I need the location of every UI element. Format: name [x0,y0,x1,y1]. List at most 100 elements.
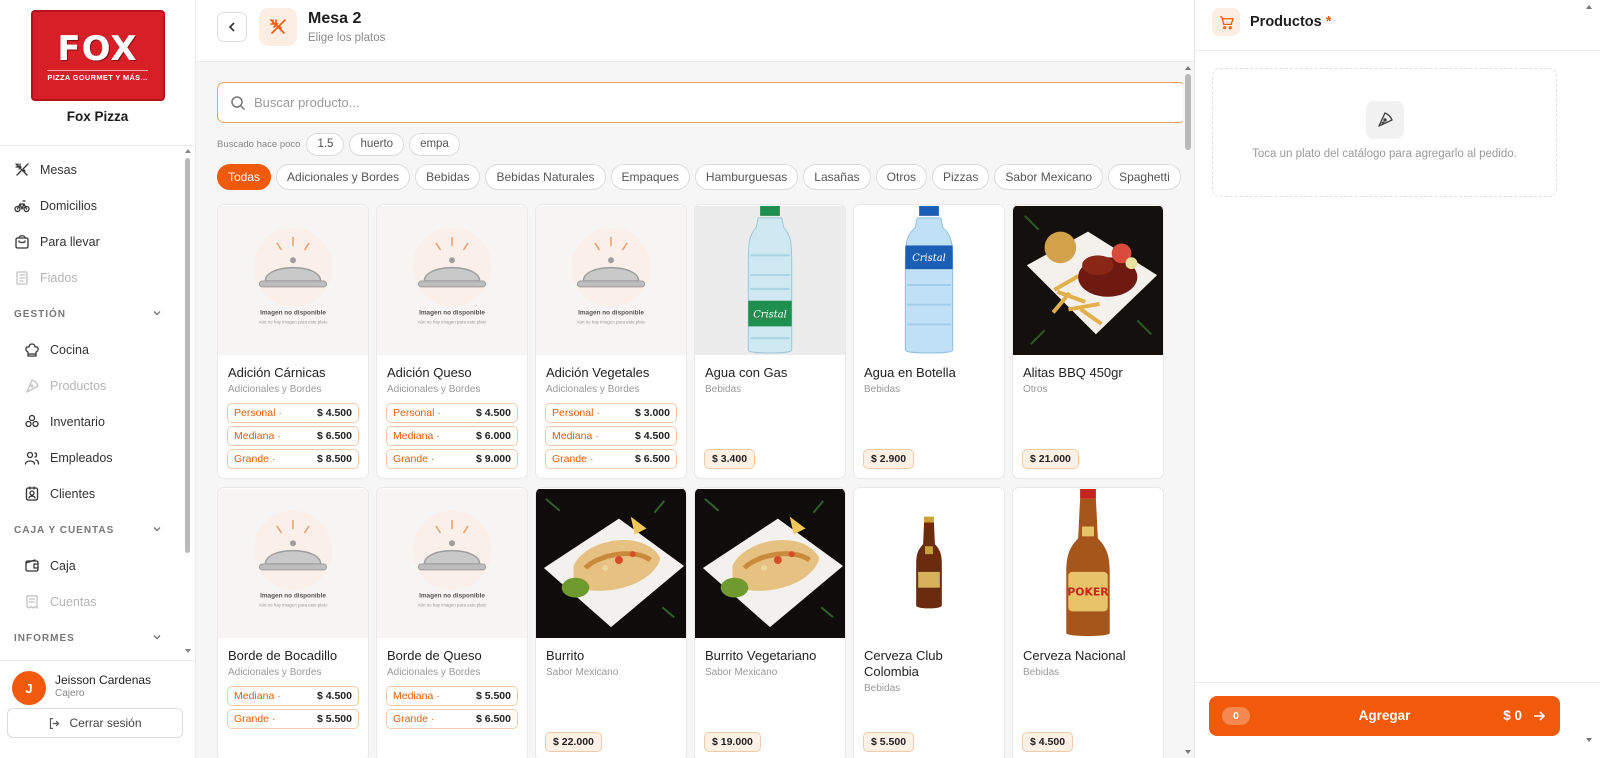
recent-search-chip[interactable]: empa [409,132,460,156]
product-card[interactable]: Imagen no disponible Aún no hay imagen pa… [376,487,528,758]
product-name: Alitas BBQ 450gr [1023,365,1123,380]
product-card[interactable]: Burrito Vegetariano Sabor Mexicano $ 19.00… [694,487,846,758]
sidebar-section-toggle[interactable]: GESTIÓN [0,296,186,332]
sidebar-section-title: GESTIÓN [14,308,67,320]
category-tab[interactable]: Bebidas [415,164,481,190]
sidebar-item-fiados: Fiados [0,260,186,296]
sidebar-item-domicilios[interactable]: Domicilios [0,188,186,224]
product-card[interactable]: Imagen no disponible Aún no hay imagen pa… [376,204,528,479]
back-button[interactable] [217,12,247,42]
category-tab[interactable]: Otros [875,164,927,190]
sidebar-item-inventario[interactable]: Inventario [0,404,186,440]
add-to-order-button[interactable]: 0 Agregar $ 0 [1209,696,1560,736]
sidebar-item-empleados[interactable]: Empleados [0,440,186,476]
recent-searches-label: Buscado hace poco [217,138,301,150]
svg-text:Imagen no disponible: Imagen no disponible [260,310,326,317]
product-name: Adición Vegetales [546,365,650,380]
logout-button[interactable]: Cerrar sesión [7,708,183,738]
sidebar-item-mesas[interactable]: Mesas [0,152,186,188]
notebook-icon [14,270,30,286]
category-tab[interactable]: Sabor Mexicano [994,164,1104,190]
product-category: Otros [1023,384,1048,395]
size-label: Personal · [552,407,600,419]
header: Mesa 2 Elige los platos [196,0,1218,62]
recent-searches: Buscado hace poco 1.5 huerto empa [217,132,465,156]
category-tab[interactable]: Lasañas [803,164,871,190]
chef-hat-icon [24,342,40,358]
product-category: Adicionales y Bordes [387,667,481,678]
size-options: Mediana · $ 5.500 Grande · $ 6.500 [386,686,518,732]
bag-icon [14,234,30,250]
category-tab[interactable]: Empaques [610,164,690,190]
product-name: Agua en Botella [864,365,956,380]
image-placeholder: Imagen no disponible Aún no hay imagen pa… [536,205,686,356]
size-label: Mediana · [234,430,281,442]
size-option[interactable]: Personal · $ 3.000 [545,403,677,423]
sidebar-item-cocina[interactable]: Cocina [0,332,186,368]
size-option[interactable]: Mediana · $ 6.500 [227,426,359,446]
product-card[interactable]: Imagen no disponible Aún no hay imagen pa… [217,204,369,479]
wallet-icon [24,558,40,574]
category-tab[interactable]: Bebidas Naturales [485,164,606,190]
product-card[interactable]: Imagen no disponible Aún no hay imagen pa… [535,204,687,479]
sidebar-item-clientes[interactable]: Clientes [0,476,186,512]
recent-search-chip[interactable]: 1.5 [306,132,345,156]
sidebar-section-toggle[interactable]: INFORMES [0,620,186,656]
boxes-icon [24,414,40,430]
category-tab[interactable]: Spaghetti [1108,164,1181,190]
order-panel-scrollbar[interactable] [1582,0,1596,758]
size-option[interactable]: Grande · $ 8.500 [227,449,359,469]
category-tab[interactable]: Adicionales y Bordes [276,164,411,190]
size-price: $ 4.500 [634,430,670,442]
brand-name: Fox Pizza [66,109,129,124]
search-box[interactable] [217,82,1186,123]
product-card[interactable]: Burrito Sabor Mexicano $ 22.000 [535,487,687,758]
chevron-down-icon [152,524,162,537]
product-card[interactable]: Cristal Agua con Gas Bebidas $ 3.400 [694,204,846,479]
product-name: Cerveza Nacional [1023,648,1126,663]
category-tab[interactable]: Hamburguesas [694,164,799,190]
size-option[interactable]: Mediana · $ 4.500 [227,686,359,706]
sidebar: FOX PIZZA GOURMET Y MÁS... Fox Pizza Mes… [0,0,196,758]
sidebar-item-label: Empleados [50,451,113,465]
size-price: $ 9.000 [475,453,511,465]
product-card[interactable]: Alitas BBQ 450gr Otros $ 21.000 [1012,204,1164,479]
size-option[interactable]: Grande · $ 9.000 [386,449,518,469]
size-option[interactable]: Personal · $ 4.500 [386,403,518,423]
users-icon [24,450,40,466]
category-tab[interactable]: Pizzas [932,164,990,190]
size-option[interactable]: Grande · $ 6.500 [545,449,677,469]
price-badge: $ 3.400 [704,449,756,469]
sidebar-scrollbar-thumb[interactable] [185,158,190,553]
product-category: Adicionales y Bordes [228,667,322,678]
chevron-down-icon [152,308,162,321]
product-card[interactable]: Imagen no disponible Aún no hay imagen pa… [217,487,369,758]
size-option[interactable]: Grande · $ 6.500 [386,709,518,729]
sidebar-item-caja[interactable]: Caja [0,548,186,584]
price-badge: $ 2.900 [863,449,915,469]
size-option[interactable]: Mediana · $ 5.500 [386,686,518,706]
sidebar-item-label: Mesas [40,163,77,177]
size-option[interactable]: Grande · $ 5.500 [227,709,359,729]
order-total: $ 0 [1503,708,1522,723]
sidebar-item-para-llevar[interactable]: Para llevar [0,224,186,260]
catalog-scrollbar[interactable] [1183,62,1193,758]
user-role: Cajero [55,688,85,699]
category-tab[interactable]: Todas [217,164,272,190]
size-option[interactable]: Mediana · $ 6.000 [386,426,518,446]
product-card[interactable]: Cerveza Club Colombia Bebidas $ 5.500 [853,487,1005,758]
sidebar-scrollbar[interactable] [184,148,192,658]
sidebar-item-label: Fiados [40,271,78,285]
catalog-scrollbar-thumb[interactable] [1185,74,1191,150]
product-category: Adicionales y Bordes [228,384,322,395]
sidebar-section-toggle[interactable]: CAJA Y CUENTAS [0,512,186,548]
size-option[interactable]: Personal · $ 4.500 [227,403,359,423]
product-name: Borde de Queso [387,648,482,663]
product-card[interactable]: POKER Cerveza Nacional Bebidas $ 4.500 [1012,487,1164,758]
recent-search-chip[interactable]: huerto [349,132,405,156]
size-price: $ 6.000 [475,430,511,442]
size-option[interactable]: Mediana · $ 4.500 [545,426,677,446]
search-input[interactable] [254,95,1154,110]
logout-icon [50,717,60,729]
product-card[interactable]: Cristal Agua en Botella Bebidas $ 2.900 [853,204,1005,479]
